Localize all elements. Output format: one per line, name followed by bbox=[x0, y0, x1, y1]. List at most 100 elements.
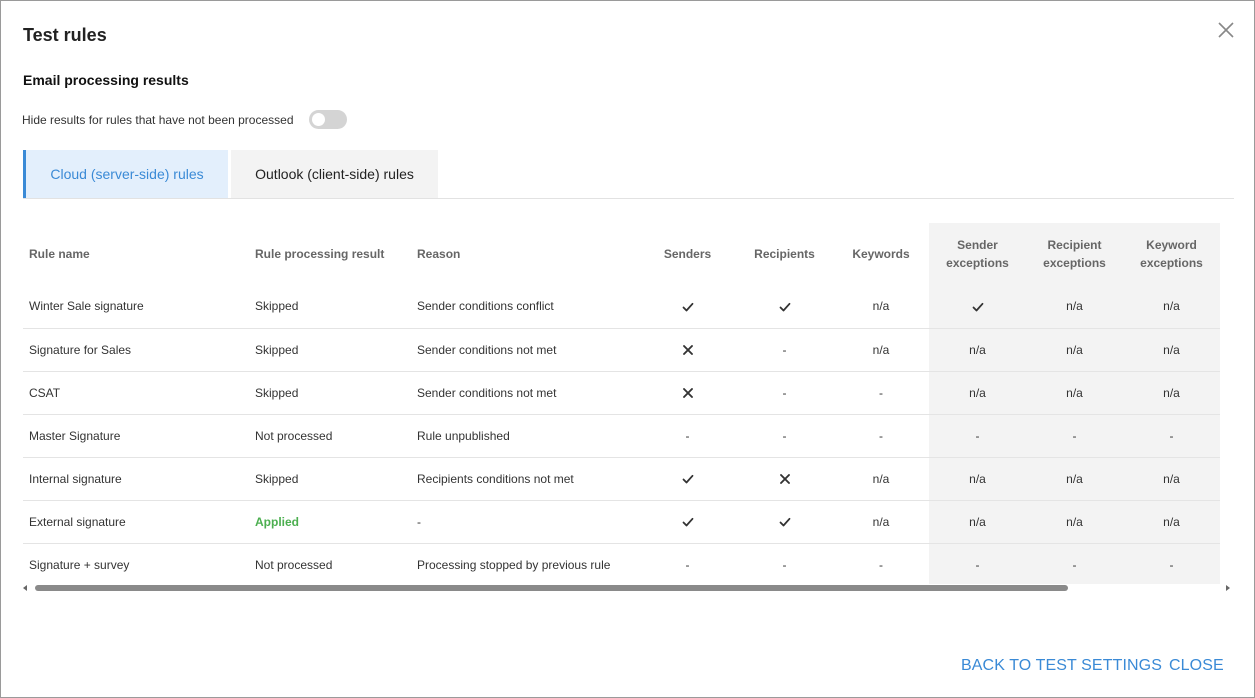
close-icon[interactable] bbox=[1215, 19, 1237, 41]
cell-reason: Rule unpublished bbox=[411, 414, 639, 458]
cell-rule-name: Internal signature bbox=[23, 457, 249, 501]
cell-keywords: - bbox=[833, 414, 929, 458]
cell-result: Skipped bbox=[249, 371, 411, 415]
col-sender-exceptions[interactable]: Sender exceptions bbox=[929, 223, 1026, 285]
check-icon bbox=[682, 472, 694, 486]
cell-recipients: - bbox=[736, 328, 833, 372]
cell-recipient-exceptions: n/a bbox=[1026, 328, 1123, 372]
col-senders[interactable]: Senders bbox=[639, 223, 736, 285]
cell-senders: - bbox=[685, 557, 690, 572]
scroll-left-arrow-icon[interactable] bbox=[23, 585, 27, 591]
cell-recipients: - bbox=[782, 557, 787, 572]
back-to-test-settings-button[interactable]: BACK TO TEST SETTINGS bbox=[961, 657, 1162, 675]
hide-unprocessed-toggle[interactable] bbox=[308, 110, 347, 129]
cell-result: Not processed bbox=[255, 557, 333, 572]
dialog-title: Test rules bbox=[23, 25, 107, 45]
toggle-label: Hide results for rules that have not bee… bbox=[22, 112, 294, 127]
cell-recipients bbox=[736, 500, 833, 544]
check-icon bbox=[972, 299, 984, 313]
hide-unprocessed-row: Hide results for rules that have not bee… bbox=[22, 110, 347, 129]
cell-reason: Sender conditions not met bbox=[411, 328, 639, 372]
table-row[interactable]: CSAT Skipped Sender conditions not met - - n/… bbox=[23, 371, 1220, 415]
table-header-row: Rule name Rule processing result Reason … bbox=[23, 223, 1220, 285]
col-recipients[interactable]: Recipients bbox=[736, 223, 833, 285]
cell-result: Skipped bbox=[249, 285, 411, 329]
cell-keyword-exceptions: n/a bbox=[1123, 285, 1220, 329]
cell-keyword-exceptions: n/a bbox=[1123, 371, 1220, 415]
horizontal-scrollbar[interactable] bbox=[23, 584, 1234, 594]
cell-recipient-exceptions: - bbox=[1072, 557, 1077, 572]
cell-recipient-exceptions: n/a bbox=[1026, 371, 1123, 415]
cell-keyword-exceptions: - bbox=[1123, 414, 1220, 458]
cell-keyword-exceptions: n/a bbox=[1123, 457, 1220, 501]
cell-recipient-exceptions: - bbox=[1026, 414, 1123, 458]
cell-keywords: - bbox=[879, 557, 883, 572]
table-body: Winter Sale signature Skipped Sender condi… bbox=[23, 285, 1220, 584]
scroll-right-arrow-icon[interactable] bbox=[1226, 585, 1230, 591]
col-rule-name[interactable]: Rule name bbox=[23, 223, 249, 285]
cell-senders bbox=[639, 328, 736, 372]
check-icon bbox=[779, 515, 791, 529]
table-row[interactable]: Internal signature Skipped Recipients cond… bbox=[23, 457, 1220, 501]
cross-icon bbox=[779, 472, 791, 486]
cell-rule-name: Winter Sale signature bbox=[23, 285, 249, 329]
col-keyword-exceptions[interactable]: Keyword exceptions bbox=[1123, 223, 1220, 285]
tab-cloud-rules[interactable]: Cloud (server-side) rules bbox=[23, 150, 228, 198]
check-icon bbox=[779, 299, 791, 313]
cell-recipients bbox=[736, 457, 833, 501]
cross-icon bbox=[682, 343, 694, 357]
tab-outlook-rules[interactable]: Outlook (client-side) rules bbox=[231, 150, 438, 198]
col-recipient-exceptions-line2: exceptions bbox=[1043, 256, 1106, 270]
cell-sender-exceptions: n/a bbox=[929, 371, 1026, 415]
cell-reason: Processing stopped by previous rule bbox=[417, 557, 611, 572]
cell-keywords: n/a bbox=[833, 285, 929, 329]
cell-keywords: n/a bbox=[833, 328, 929, 372]
cell-keywords: - bbox=[833, 371, 929, 415]
cell-result: Skipped bbox=[249, 328, 411, 372]
cell-rule-name: Signature for Sales bbox=[23, 328, 249, 372]
cell-result: Skipped bbox=[249, 457, 411, 501]
cell-result: Not processed bbox=[249, 414, 411, 458]
col-keyword-exceptions-line2: exceptions bbox=[1140, 256, 1203, 270]
close-button[interactable]: CLOSE bbox=[1169, 657, 1224, 675]
cell-reason: Sender conditions conflict bbox=[411, 285, 639, 329]
col-result[interactable]: Rule processing result bbox=[249, 223, 411, 285]
cell-rule-name: Master Signature bbox=[23, 414, 249, 458]
cell-senders bbox=[639, 371, 736, 415]
cell-reason: - bbox=[411, 500, 639, 544]
cell-keyword-exceptions: - bbox=[1169, 557, 1174, 572]
toggle-knob bbox=[311, 113, 325, 126]
test-rules-dialog: Test rules Email processing results Hide… bbox=[0, 0, 1255, 698]
cell-sender-exceptions: n/a bbox=[929, 500, 1026, 544]
results-table-container: Rule name Rule processing result Reason … bbox=[23, 223, 1234, 584]
cell-rule-name: Signature + survey bbox=[29, 557, 130, 572]
table-row[interactable]: External signature Applied - n/a n/a n/a n/a bbox=[23, 500, 1220, 544]
table-row[interactable]: Signature + survey Not processed Processin… bbox=[23, 543, 1220, 584]
cell-senders: - bbox=[639, 414, 736, 458]
table-row[interactable]: Master Signature Not processed Rule unpubl… bbox=[23, 414, 1220, 458]
cell-keywords: n/a bbox=[833, 457, 929, 501]
cell-recipient-exceptions: n/a bbox=[1026, 285, 1123, 329]
cross-icon bbox=[682, 386, 694, 400]
scrollbar-thumb[interactable] bbox=[35, 585, 1068, 591]
col-reason[interactable]: Reason bbox=[411, 223, 639, 285]
col-recipient-exceptions[interactable]: Recipient exceptions bbox=[1026, 223, 1123, 285]
table-row[interactable]: Winter Sale signature Skipped Sender condi… bbox=[23, 285, 1220, 329]
cell-recipients: - bbox=[736, 371, 833, 415]
cell-sender-exceptions: - bbox=[975, 557, 980, 572]
cell-reason: Sender conditions not met bbox=[411, 371, 639, 415]
cell-keywords: n/a bbox=[833, 500, 929, 544]
cell-sender-exceptions: n/a bbox=[929, 328, 1026, 372]
cell-recipients bbox=[736, 285, 833, 329]
cell-recipient-exceptions: n/a bbox=[1026, 457, 1123, 501]
cell-keyword-exceptions: n/a bbox=[1123, 500, 1220, 544]
tab-bar: Cloud (server-side) rules Outlook (clien… bbox=[23, 150, 1234, 199]
table-row[interactable]: Signature for Sales Skipped Sender conditi… bbox=[23, 328, 1220, 372]
col-sender-exceptions-line2: exceptions bbox=[946, 256, 1009, 270]
cell-senders bbox=[639, 500, 736, 544]
col-recipient-exceptions-line1: Recipient bbox=[1047, 238, 1102, 252]
cell-sender-exceptions: n/a bbox=[929, 457, 1026, 501]
col-keywords[interactable]: Keywords bbox=[833, 223, 929, 285]
cell-senders bbox=[639, 285, 736, 329]
cell-result: Applied bbox=[249, 500, 411, 544]
